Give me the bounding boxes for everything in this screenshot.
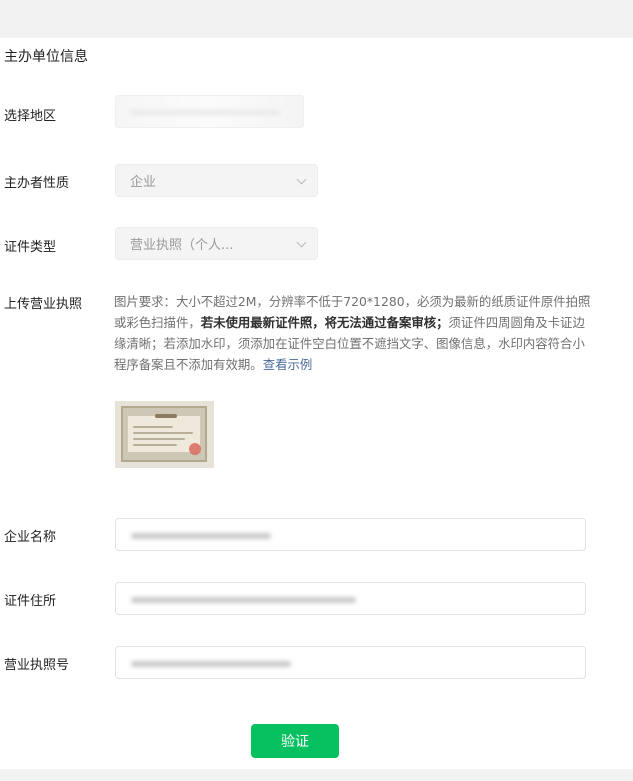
host-nature-label: 主办者性质 [4, 176, 70, 191]
chevron-down-icon [296, 237, 307, 247]
region-value-redacted [130, 110, 280, 115]
seal-icon [189, 443, 201, 455]
license-number-label: 营业执照号 [4, 658, 70, 673]
cert-address-input[interactable] [115, 582, 586, 615]
cert-type-label: 证件类型 [4, 240, 57, 255]
cert-type-value: 营业执照（个人... [130, 238, 234, 253]
company-name-input[interactable] [115, 518, 586, 551]
upload-requirements: 图片要求：大小不超过2M，分辨率不低于720*1280，必须为最新的纸质证件原件… [114, 291, 594, 375]
cert-address-redacted [131, 597, 356, 603]
cert-address-label: 证件住所 [4, 594, 57, 609]
cert-type-select[interactable]: 营业执照（个人... [115, 227, 318, 260]
host-info-card: 主办单位信息 选择地区 主办者性质 企业 证件类型 营业执照（个人... 上传营… [0, 38, 633, 769]
region-label: 选择地区 [4, 109, 57, 124]
upload-license-label: 上传营业执照 [4, 297, 83, 312]
license-thumbnail[interactable] [115, 401, 214, 468]
verify-button[interactable]: 验证 [251, 724, 339, 758]
company-name-label: 企业名称 [4, 530, 57, 545]
license-number-input[interactable] [115, 646, 586, 679]
region-select[interactable] [115, 95, 304, 128]
company-name-redacted [131, 533, 271, 539]
host-nature-select[interactable]: 企业 [115, 164, 318, 197]
license-number-redacted [131, 661, 291, 667]
chevron-down-icon [296, 174, 307, 184]
view-example-link[interactable]: 查看示例 [263, 357, 313, 372]
requirements-warning: 若未使用最新证件照，将无法通过备案审核； [200, 315, 449, 330]
host-nature-value: 企业 [130, 175, 157, 190]
section-title: 主办单位信息 [4, 49, 88, 65]
